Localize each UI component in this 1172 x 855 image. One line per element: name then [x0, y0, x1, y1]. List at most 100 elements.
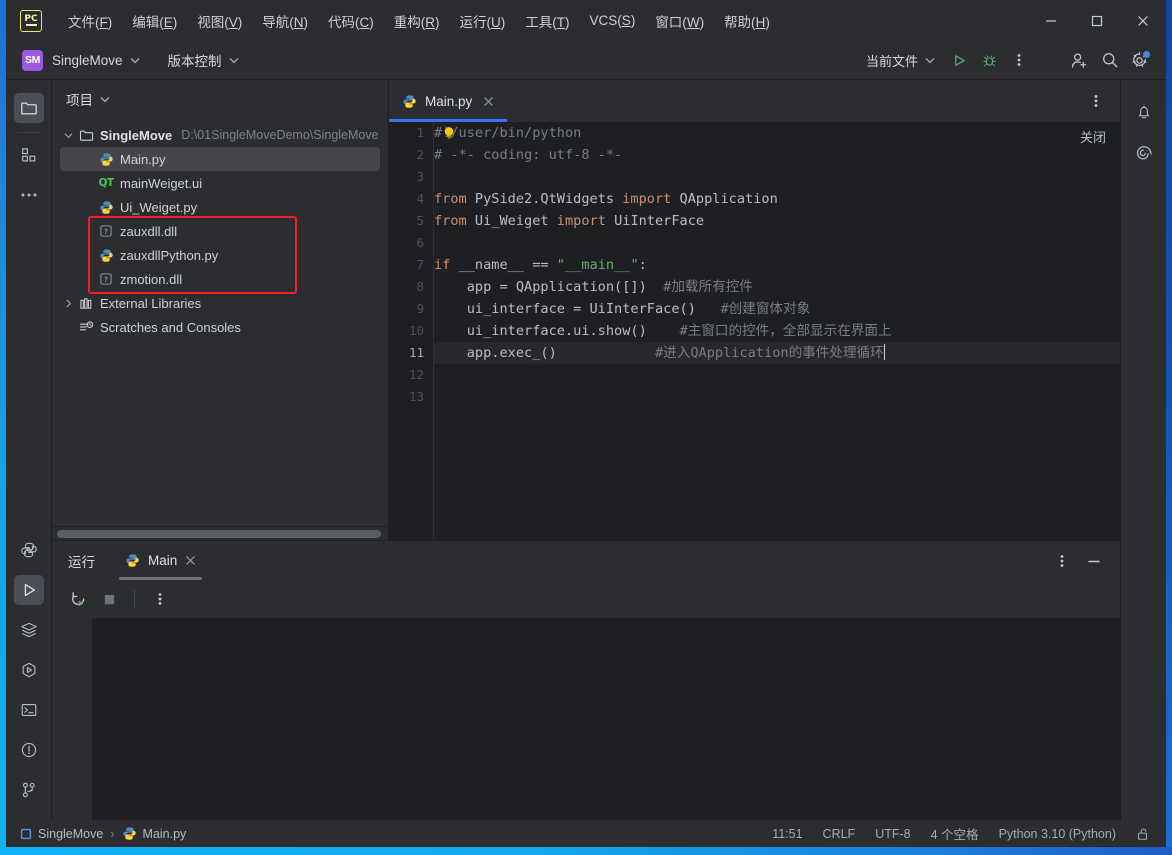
tree-node-mainweiget-ui[interactable]: QT mainWeiget.ui: [52, 171, 388, 195]
editor-tab-main-py[interactable]: Main.py: [389, 80, 508, 122]
menu-item-w[interactable]: 窗口(W): [645, 7, 714, 35]
tree-twisty-icon[interactable]: [60, 132, 76, 139]
code-line[interactable]: from PySide2.QtWidgets import QApplicati…: [434, 188, 1120, 210]
sidebar-item-run[interactable]: [13, 575, 44, 605]
vcs-chevron-down-icon[interactable]: [229, 57, 239, 64]
more-actions-button[interactable]: [1005, 46, 1033, 74]
editor-gutter[interactable]: 1 2 3 4 5 6 7 8 9 10 11 12 13: [389, 122, 433, 540]
sidebar-item-python-console[interactable]: [14, 535, 44, 565]
project-panel-chevron-down-icon[interactable]: [100, 96, 110, 103]
code-line[interactable]: ui_interface.ui.show() #主窗口的控件，全部显示在界面上: [434, 320, 1120, 342]
code-line[interactable]: # -*- coding: utf-8 -*-: [434, 144, 1120, 166]
tree-node-zauxdll-dll[interactable]: ? zauxdll.dll: [52, 219, 388, 243]
breadcrumb-item-singlemove[interactable]: SingleMove: [20, 827, 103, 841]
tree-node-scratches-and-consoles[interactable]: Scratches and Consoles: [52, 315, 388, 339]
gutter-line-number[interactable]: 12: [389, 364, 433, 386]
editor-close-label[interactable]: 关闭: [1080, 127, 1106, 146]
sidebar-item-run-anything[interactable]: [14, 655, 44, 685]
tree-twisty-icon[interactable]: [60, 298, 76, 308]
gutter-line-number[interactable]: 5: [389, 210, 433, 232]
sidebar-item-terminal[interactable]: [14, 695, 44, 725]
code-line[interactable]: #!/user/bin/python: [434, 122, 1120, 144]
menu-item-v[interactable]: 视图(V): [187, 7, 252, 35]
editor-tab-close-icon[interactable]: [483, 96, 494, 107]
sidebar-item-services[interactable]: [14, 615, 44, 645]
sidebar-item-more-options[interactable]: [14, 180, 44, 210]
indent-widget[interactable]: 4 个空格: [931, 824, 979, 843]
project-name-label[interactable]: SingleMove: [52, 53, 123, 68]
menu-item-t[interactable]: 工具(T): [515, 7, 579, 35]
code-line[interactable]: app = QApplication([]) #加载所有控件: [434, 276, 1120, 298]
code-line[interactable]: if __name__ == "__main__":: [434, 254, 1120, 276]
menu-item-f[interactable]: 文件(F): [58, 7, 122, 35]
close-button[interactable]: [1120, 0, 1166, 41]
code-line[interactable]: [434, 386, 1120, 408]
tree-node-external-libraries[interactable]: External Libraries: [52, 291, 388, 315]
menu-item-c[interactable]: 代码(C): [318, 7, 384, 35]
gutter-line-number[interactable]: 10: [389, 320, 433, 342]
menu-item-s[interactable]: VCS(S): [580, 9, 646, 32]
debug-button[interactable]: [975, 46, 1003, 74]
run-toolbar-more-button[interactable]: [146, 585, 174, 613]
gutter-line-number[interactable]: 2: [389, 144, 433, 166]
run-panel-minimize-button[interactable]: [1080, 547, 1108, 575]
project-tree[interactable]: SingleMove D:\01SingleMoveDemo\SingleMove…: [52, 118, 388, 526]
run-tab-close-icon[interactable]: [185, 555, 196, 566]
sidebar-item-structure[interactable]: [14, 140, 44, 170]
code-line[interactable]: [434, 364, 1120, 386]
interpreter-widget[interactable]: Python 3.10 (Python): [999, 827, 1116, 841]
gutter-line-number[interactable]: 3: [389, 166, 433, 188]
ai-assistant-button[interactable]: [1129, 137, 1159, 167]
breadcrumb-item-main-py[interactable]: Main.py: [122, 826, 186, 841]
gutter-line-number[interactable]: 9: [389, 298, 433, 320]
editor-more-actions-button[interactable]: [1082, 87, 1110, 115]
project-chevron-down-icon[interactable]: [130, 57, 140, 64]
caret-position[interactable]: 11:51: [772, 827, 802, 841]
run-configuration-selector[interactable]: 当前文件: [858, 46, 943, 74]
run-button[interactable]: [945, 46, 973, 74]
tree-node-singlemove[interactable]: SingleMove D:\01SingleMoveDemo\SingleMove: [52, 123, 388, 147]
sidebar-item-project[interactable]: [13, 93, 44, 123]
gutter-line-number[interactable]: 1: [389, 122, 433, 144]
menu-item-r[interactable]: 重构(R): [384, 7, 450, 35]
stop-button[interactable]: [95, 585, 123, 613]
rerun-button[interactable]: [64, 585, 92, 613]
menu-item-u[interactable]: 运行(U): [450, 7, 516, 35]
tree-node-ui-weiget-py[interactable]: Ui_Weiget.py: [52, 195, 388, 219]
code-line[interactable]: app.exec_() #进入QApplication的事件处理循环: [434, 342, 1120, 364]
search-button[interactable]: [1096, 46, 1124, 74]
sidebar-item-problems[interactable]: [14, 735, 44, 765]
code-editor[interactable]: 1 2 3 4 5 6 7 8 9 10 11 12 13 #!/user/bin/python # -*…: [389, 122, 1120, 540]
tree-node-main-py[interactable]: Main.py: [60, 147, 380, 171]
vcs-widget-label[interactable]: 版本控制: [168, 50, 222, 70]
code-line[interactable]: ui_interface = UiInterFace() #创建窗体对象: [434, 298, 1120, 320]
menu-item-h[interactable]: 帮助(H): [714, 7, 780, 35]
scrollbar-thumb[interactable]: [57, 530, 381, 538]
minimize-button[interactable]: [1028, 0, 1074, 41]
gutter-line-number[interactable]: 11: [389, 342, 433, 364]
menu-item-n[interactable]: 导航(N): [252, 7, 318, 35]
add-user-button[interactable]: [1065, 46, 1094, 74]
project-badge[interactable]: SM: [22, 49, 43, 71]
settings-button[interactable]: [1126, 46, 1154, 74]
run-panel-options-button[interactable]: [1048, 547, 1076, 575]
line-separator-widget[interactable]: CRLF: [823, 827, 856, 841]
encoding-widget[interactable]: UTF-8: [875, 827, 910, 841]
code-line[interactable]: [434, 232, 1120, 254]
intention-bulb-icon[interactable]: [441, 125, 457, 141]
code-line[interactable]: from Ui_Weiget import UiInterFace: [434, 210, 1120, 232]
gutter-line-number[interactable]: 6: [389, 232, 433, 254]
gutter-line-number[interactable]: 7: [389, 254, 433, 276]
sidebar-item-version-control[interactable]: [14, 775, 44, 805]
project-panel-hscrollbar[interactable]: [52, 526, 388, 540]
tree-node-zauxdllpython-py[interactable]: zauxdllPython.py: [52, 243, 388, 267]
code-lines[interactable]: #!/user/bin/python # -*- coding: utf-8 -*…: [434, 122, 1120, 540]
code-line[interactable]: [434, 166, 1120, 188]
gutter-line-number[interactable]: 8: [389, 276, 433, 298]
tree-node-zmotion-dll[interactable]: ? zmotion.dll: [52, 267, 388, 291]
maximize-button[interactable]: [1074, 0, 1120, 41]
menu-item-e[interactable]: 编辑(E): [122, 7, 187, 35]
gutter-line-number[interactable]: 13: [389, 386, 433, 408]
run-console-output[interactable]: [92, 618, 1120, 820]
notifications-button[interactable]: [1129, 97, 1159, 127]
